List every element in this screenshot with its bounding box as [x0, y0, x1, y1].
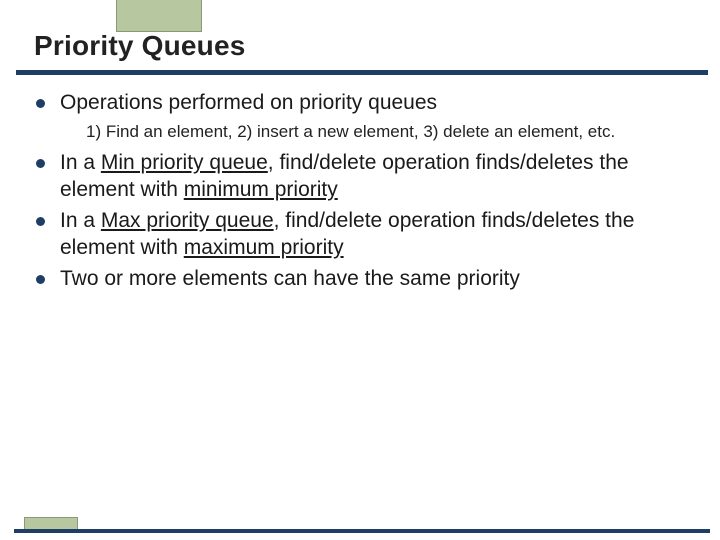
list-item: In a Min priority queue, find/delete ope…	[34, 150, 692, 204]
slide-title: Priority Queues	[34, 30, 720, 68]
slide-body: Operations performed on priority queues …	[34, 90, 692, 297]
sub-bullet-text: 1) Find an element, 2) insert a new elem…	[34, 121, 692, 142]
bullet-text: Two or more elements can have the same p…	[60, 267, 520, 290]
list-item: Two or more elements can have the same p…	[34, 266, 692, 293]
title-area: Priority Queues	[0, 30, 720, 68]
bullet-list: Operations performed on priority queues …	[34, 90, 692, 293]
bullet-text: In a Max priority queue, find/delete ope…	[60, 209, 634, 259]
footer-accent-block	[24, 517, 78, 529]
list-item: In a Max priority queue, find/delete ope…	[34, 208, 692, 262]
footer-underline	[14, 529, 710, 533]
bullet-text: Operations performed on priority queues	[60, 91, 437, 114]
bullet-text: In a Min priority queue, find/delete ope…	[60, 151, 629, 201]
list-item: Operations performed on priority queues	[34, 90, 692, 117]
header-accent-block	[116, 0, 202, 32]
title-underline	[16, 70, 708, 75]
